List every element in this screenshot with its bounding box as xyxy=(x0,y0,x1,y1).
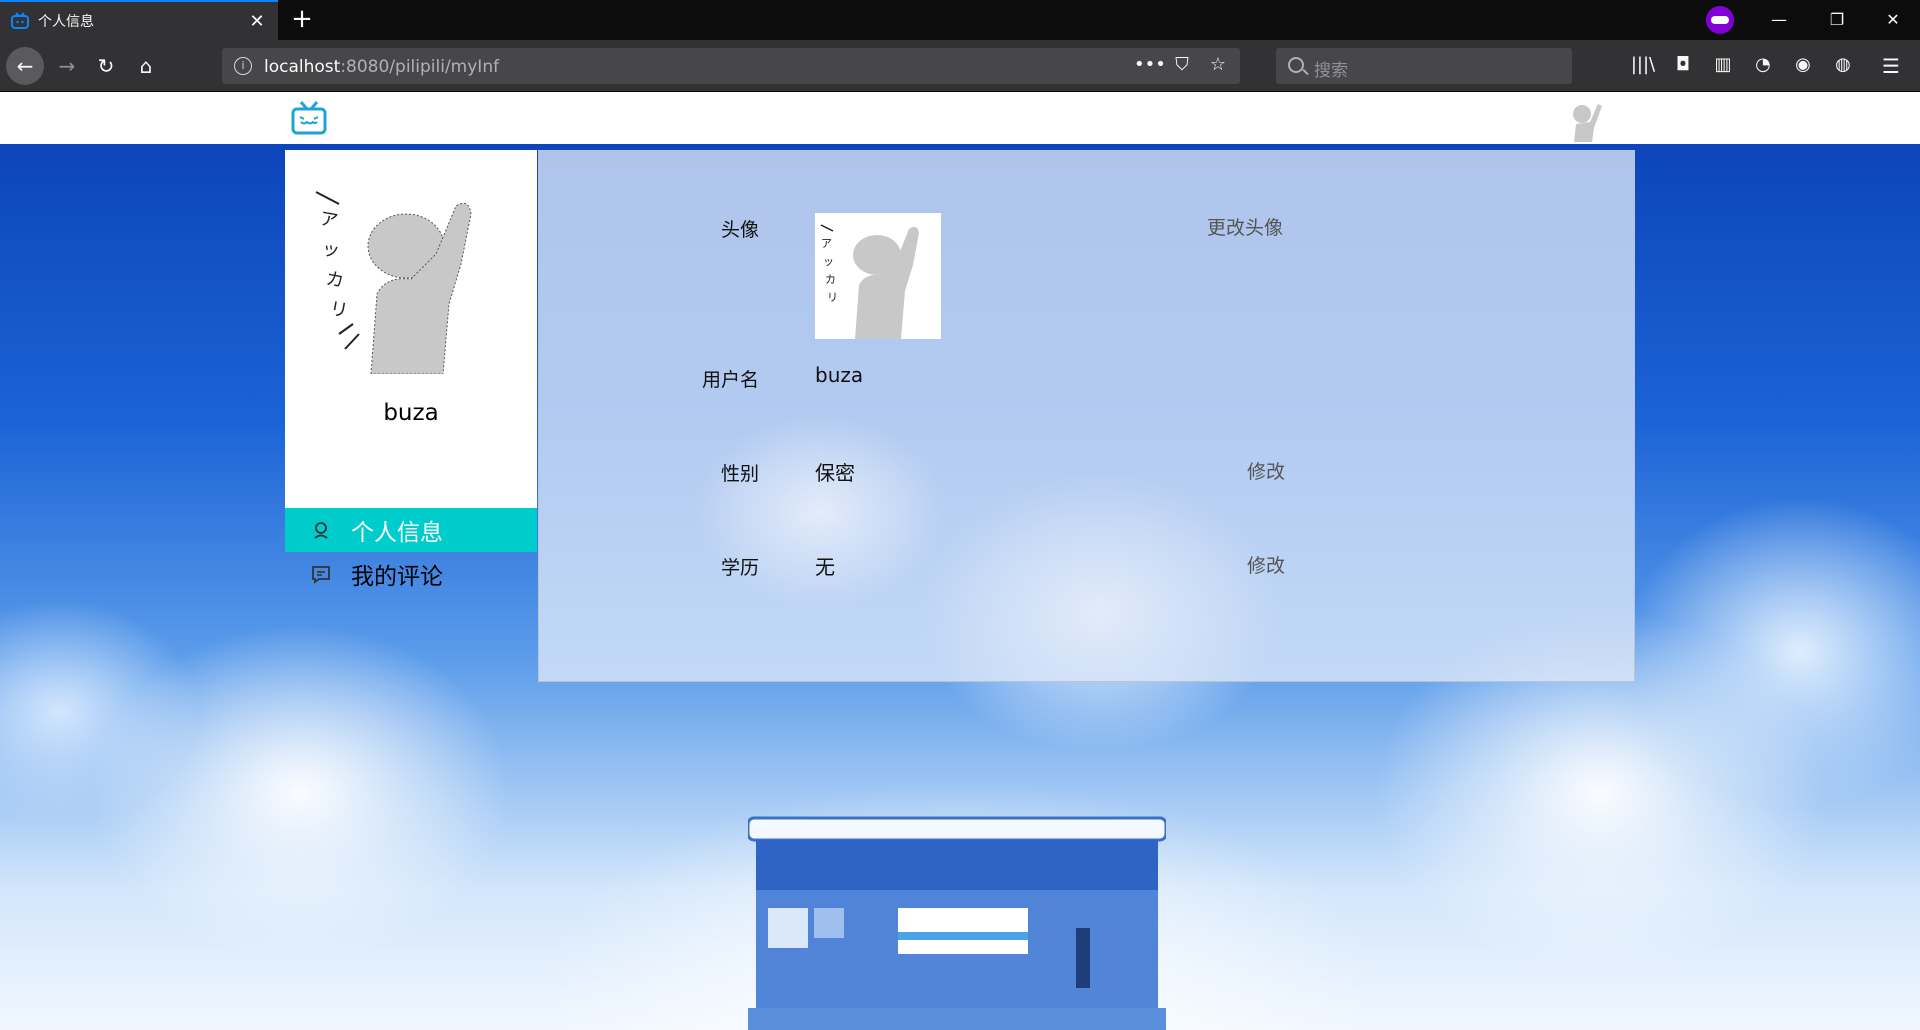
header-avatar[interactable] xyxy=(1562,98,1606,142)
hamburger-menu-icon[interactable]: ☰ xyxy=(1882,54,1900,78)
account-icon[interactable]: ◍ xyxy=(1830,54,1856,75)
url-text[interactable]: localhost:8080/pilipili/myInf xyxy=(264,57,499,77)
gender-label: 性别 xyxy=(720,463,759,485)
comment-icon xyxy=(312,566,330,584)
minimize-button[interactable]: — xyxy=(1756,0,1802,40)
education-value: 无 xyxy=(815,555,835,579)
page-background: ア ッ カ リ buza 个人信息 我的评论 头像 ア ッ カ リ 更改头像 用… xyxy=(0,92,1920,1030)
close-window-button[interactable]: ✕ xyxy=(1870,0,1916,40)
sidebar-icon[interactable]: ▥ xyxy=(1710,54,1736,75)
sidebar-item-label: 个人信息 xyxy=(351,520,443,546)
browser-nav-bar: ← → ↻ ⌂ i localhost:8080/pilipili/myInf … xyxy=(0,40,1920,92)
library-icon[interactable]: |||\ xyxy=(1630,54,1656,75)
active-tab[interactable]: 个人信息 ✕ xyxy=(0,0,278,40)
private-browsing-icon xyxy=(1706,6,1734,34)
extension-icon[interactable]: ◔ xyxy=(1750,54,1776,75)
browser-tab-bar: 个人信息 ✕ + — ❐ ✕ xyxy=(0,0,1920,40)
url-path: :8080/pilipili/myInf xyxy=(340,57,500,77)
site-info-icon[interactable]: i xyxy=(234,57,252,75)
home-button[interactable]: ⌂ xyxy=(129,49,163,83)
svg-text:ア: ア xyxy=(318,208,339,232)
url-host: localhost xyxy=(264,57,341,77)
edit-gender-link[interactable]: 修改 xyxy=(1247,457,1285,484)
pocket-icon[interactable]: ⛉ xyxy=(1170,54,1194,75)
edit-education-link[interactable]: 修改 xyxy=(1247,551,1285,578)
sidebar-item-label: 我的评论 xyxy=(351,564,443,590)
svg-text:リ: リ xyxy=(328,298,349,322)
education-label: 学历 xyxy=(720,557,759,579)
username-label: 用户名 xyxy=(701,369,759,391)
bus-station-illustration xyxy=(748,816,1166,1030)
change-avatar-link[interactable]: 更改头像 xyxy=(1207,213,1283,240)
svg-text:ッ: ッ xyxy=(320,238,341,262)
color-extension-icon[interactable]: ◉ xyxy=(1790,54,1816,75)
restore-button[interactable]: ❐ xyxy=(1814,0,1860,40)
profile-info-panel: 头像 ア ッ カ リ 更改头像 用户名 buza 性别 保密 修改 学历 无 修… xyxy=(538,150,1635,682)
avatar-label: 头像 xyxy=(720,219,759,241)
site-header xyxy=(0,92,1920,144)
sidebar-avatar: ア ッ カ リ xyxy=(315,191,472,374)
bookmark-star-icon[interactable]: ☆ xyxy=(1206,54,1230,75)
svg-text:カ: カ xyxy=(825,273,836,286)
reload-button[interactable]: ↻ xyxy=(89,49,123,83)
toolbar-icons: |||\ ◘ ▥ ◔ ◉ ◍ xyxy=(1630,54,1856,75)
svg-text:リ: リ xyxy=(827,291,838,304)
forward-button[interactable]: → xyxy=(50,49,84,83)
tab-title: 个人信息 xyxy=(38,14,94,30)
svg-text:ッ: ッ xyxy=(823,255,834,268)
address-bar[interactable]: i localhost:8080/pilipili/myInf ••• ⛉ ☆ xyxy=(222,48,1240,84)
sidebar-item-personal-info[interactable]: 个人信息 xyxy=(285,508,537,552)
user-icon xyxy=(314,522,328,539)
svg-text:カ: カ xyxy=(324,268,345,292)
gender-value: 保密 xyxy=(815,461,855,485)
search-icon xyxy=(1288,57,1304,73)
search-bar[interactable]: 搜索 xyxy=(1276,48,1572,84)
profile-sidebar: ア ッ カ リ buza 个人信息 我的评论 xyxy=(285,150,537,590)
sidebar-item-my-comments[interactable]: 我的评论 xyxy=(285,552,537,596)
tab-close-icon[interactable]: ✕ xyxy=(244,11,270,32)
pocket-button-icon[interactable]: ◘ xyxy=(1670,54,1696,75)
new-tab-button[interactable]: + xyxy=(288,6,316,34)
bilibili-tv-icon xyxy=(11,12,29,29)
site-logo-icon[interactable] xyxy=(290,100,328,136)
url-actions: ••• ⛉ ☆ xyxy=(1134,54,1230,75)
page-actions-icon[interactable]: ••• xyxy=(1134,54,1166,75)
svg-text:ア: ア xyxy=(821,237,832,250)
username-value: buza xyxy=(815,363,864,387)
profile-avatar-image: ア ッ カ リ xyxy=(815,213,941,339)
search-placeholder: 搜索 xyxy=(1314,61,1348,81)
back-button[interactable]: ← xyxy=(6,47,44,85)
sidebar-username: buza xyxy=(383,400,439,426)
